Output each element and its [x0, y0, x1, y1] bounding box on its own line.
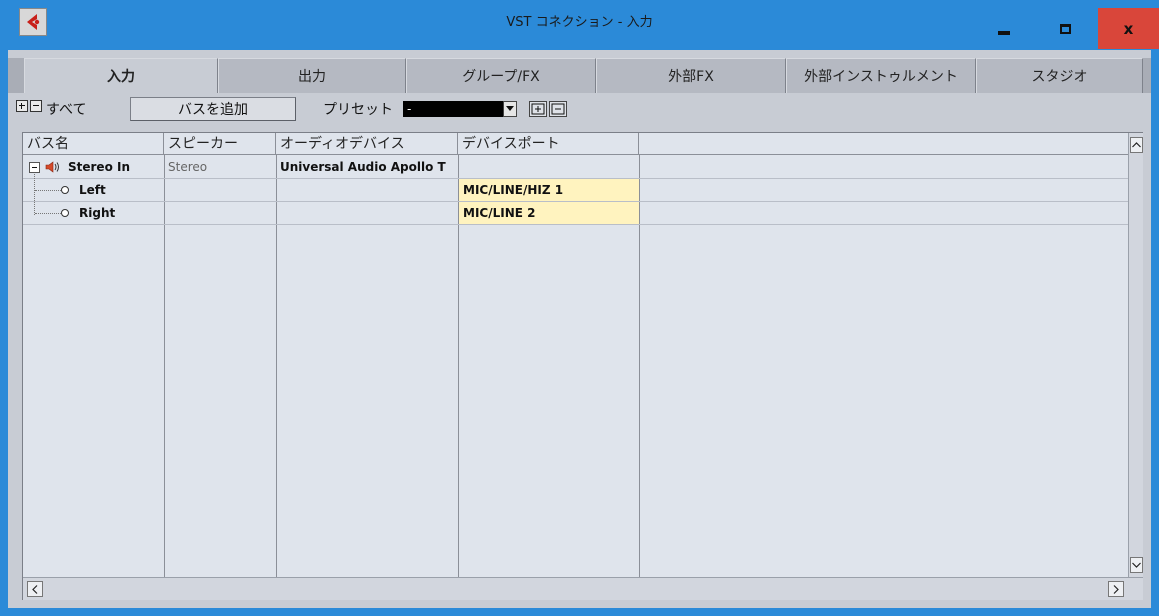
title-bar[interactable]: VST コネクション - 入力 x: [0, 0, 1159, 50]
speaker-cell[interactable]: [164, 179, 276, 201]
scroll-down-button[interactable]: [1130, 557, 1143, 573]
bus-name-cell[interactable]: Right: [75, 202, 163, 224]
tab-group-fx[interactable]: グループ/FX: [406, 58, 596, 93]
vst-connections-window: VST コネクション - 入力 x 入力 出力 グループ/FX 外部FX 外部イ…: [0, 0, 1159, 616]
remove-preset-icon[interactable]: [549, 101, 567, 117]
tab-bar: 入力 出力 グループ/FX 外部FX 外部インストゥルメント スタジオ: [8, 58, 1151, 93]
tree-connector: [35, 213, 61, 214]
scroll-up-button[interactable]: [1130, 137, 1143, 153]
toolbar: すべて バスを追加 プリセット -: [8, 93, 1151, 123]
table-row[interactable]: Right MIC/LINE 2: [23, 202, 1128, 225]
table-row[interactable]: Left MIC/LINE/HIZ 1: [23, 179, 1128, 202]
chevron-down-icon: [1132, 562, 1141, 568]
scroll-right-button[interactable]: [1108, 581, 1124, 597]
chevron-left-icon: [32, 584, 38, 594]
tab-studio[interactable]: スタジオ: [976, 58, 1143, 93]
bus-name-cell[interactable]: Stereo In: [64, 156, 163, 178]
minimize-button[interactable]: [973, 8, 1034, 49]
device-port-cell[interactable]: MIC/LINE 2: [459, 202, 639, 224]
minimize-icon: [997, 30, 1010, 35]
expand-all-icon[interactable]: [16, 100, 28, 112]
client-area: 入力 出力 グループ/FX 外部FX 外部インストゥルメント スタジオ すべて …: [8, 50, 1151, 608]
chevron-down-icon: [506, 106, 514, 111]
bus-table: バス名 スピーカー オーディオデバイス デバイスポート Stereo In St…: [22, 132, 1143, 600]
chevron-up-icon: [1132, 142, 1141, 148]
device-port-cell[interactable]: [458, 156, 639, 178]
column-header-speaker[interactable]: スピーカー: [164, 133, 276, 155]
port-connector-icon: [61, 209, 69, 217]
speaker-cell[interactable]: Stereo: [164, 156, 276, 178]
table-row[interactable]: Stereo In Stereo Universal Audio Apollo …: [23, 156, 1128, 179]
device-port-cell[interactable]: MIC/LINE/HIZ 1: [459, 179, 639, 201]
vertical-scrollbar[interactable]: [1128, 133, 1143, 577]
tab-external-instruments[interactable]: 外部インストゥルメント: [786, 58, 976, 93]
preset-select[interactable]: -: [403, 101, 503, 117]
tab-input[interactable]: 入力: [24, 58, 218, 93]
audio-device-cell[interactable]: [276, 202, 458, 224]
maximize-button[interactable]: [1035, 8, 1096, 49]
maximize-icon: [1060, 23, 1071, 34]
all-label: すべて: [46, 102, 87, 118]
close-icon: x: [1123, 19, 1134, 38]
preset-dropdown-button[interactable]: [503, 101, 517, 117]
save-preset-icon[interactable]: [529, 101, 547, 117]
port-connector-icon: [61, 186, 69, 194]
table-header: バス名 スピーカー オーディオデバイス デバイスポート: [23, 133, 1128, 155]
chevron-right-icon: [1113, 584, 1119, 594]
collapse-toggle-icon[interactable]: [29, 162, 40, 173]
cubase-logo-icon[interactable]: [19, 8, 47, 36]
tree-connector: [35, 190, 61, 191]
bus-name-cell[interactable]: Left: [75, 179, 163, 201]
column-header-device-port[interactable]: デバイスポート: [458, 133, 639, 155]
speaker-icon: [45, 161, 59, 173]
audio-device-cell[interactable]: [276, 179, 458, 201]
expand-collapse-all: [16, 100, 42, 116]
scroll-left-button[interactable]: [27, 581, 43, 597]
column-header-audio-device[interactable]: オーディオデバイス: [276, 133, 458, 155]
speaker-cell[interactable]: [164, 202, 276, 224]
collapse-all-icon[interactable]: [30, 100, 42, 112]
audio-device-cell[interactable]: Universal Audio Apollo T: [276, 156, 458, 178]
add-bus-button[interactable]: バスを追加: [130, 97, 296, 121]
tab-output[interactable]: 出力: [218, 58, 406, 93]
horizontal-scrollbar[interactable]: [23, 577, 1143, 600]
tab-external-fx[interactable]: 外部FX: [596, 58, 786, 93]
close-button[interactable]: x: [1098, 8, 1159, 49]
preset-label: プリセット: [323, 102, 393, 118]
column-header-bus-name[interactable]: バス名: [23, 133, 164, 155]
